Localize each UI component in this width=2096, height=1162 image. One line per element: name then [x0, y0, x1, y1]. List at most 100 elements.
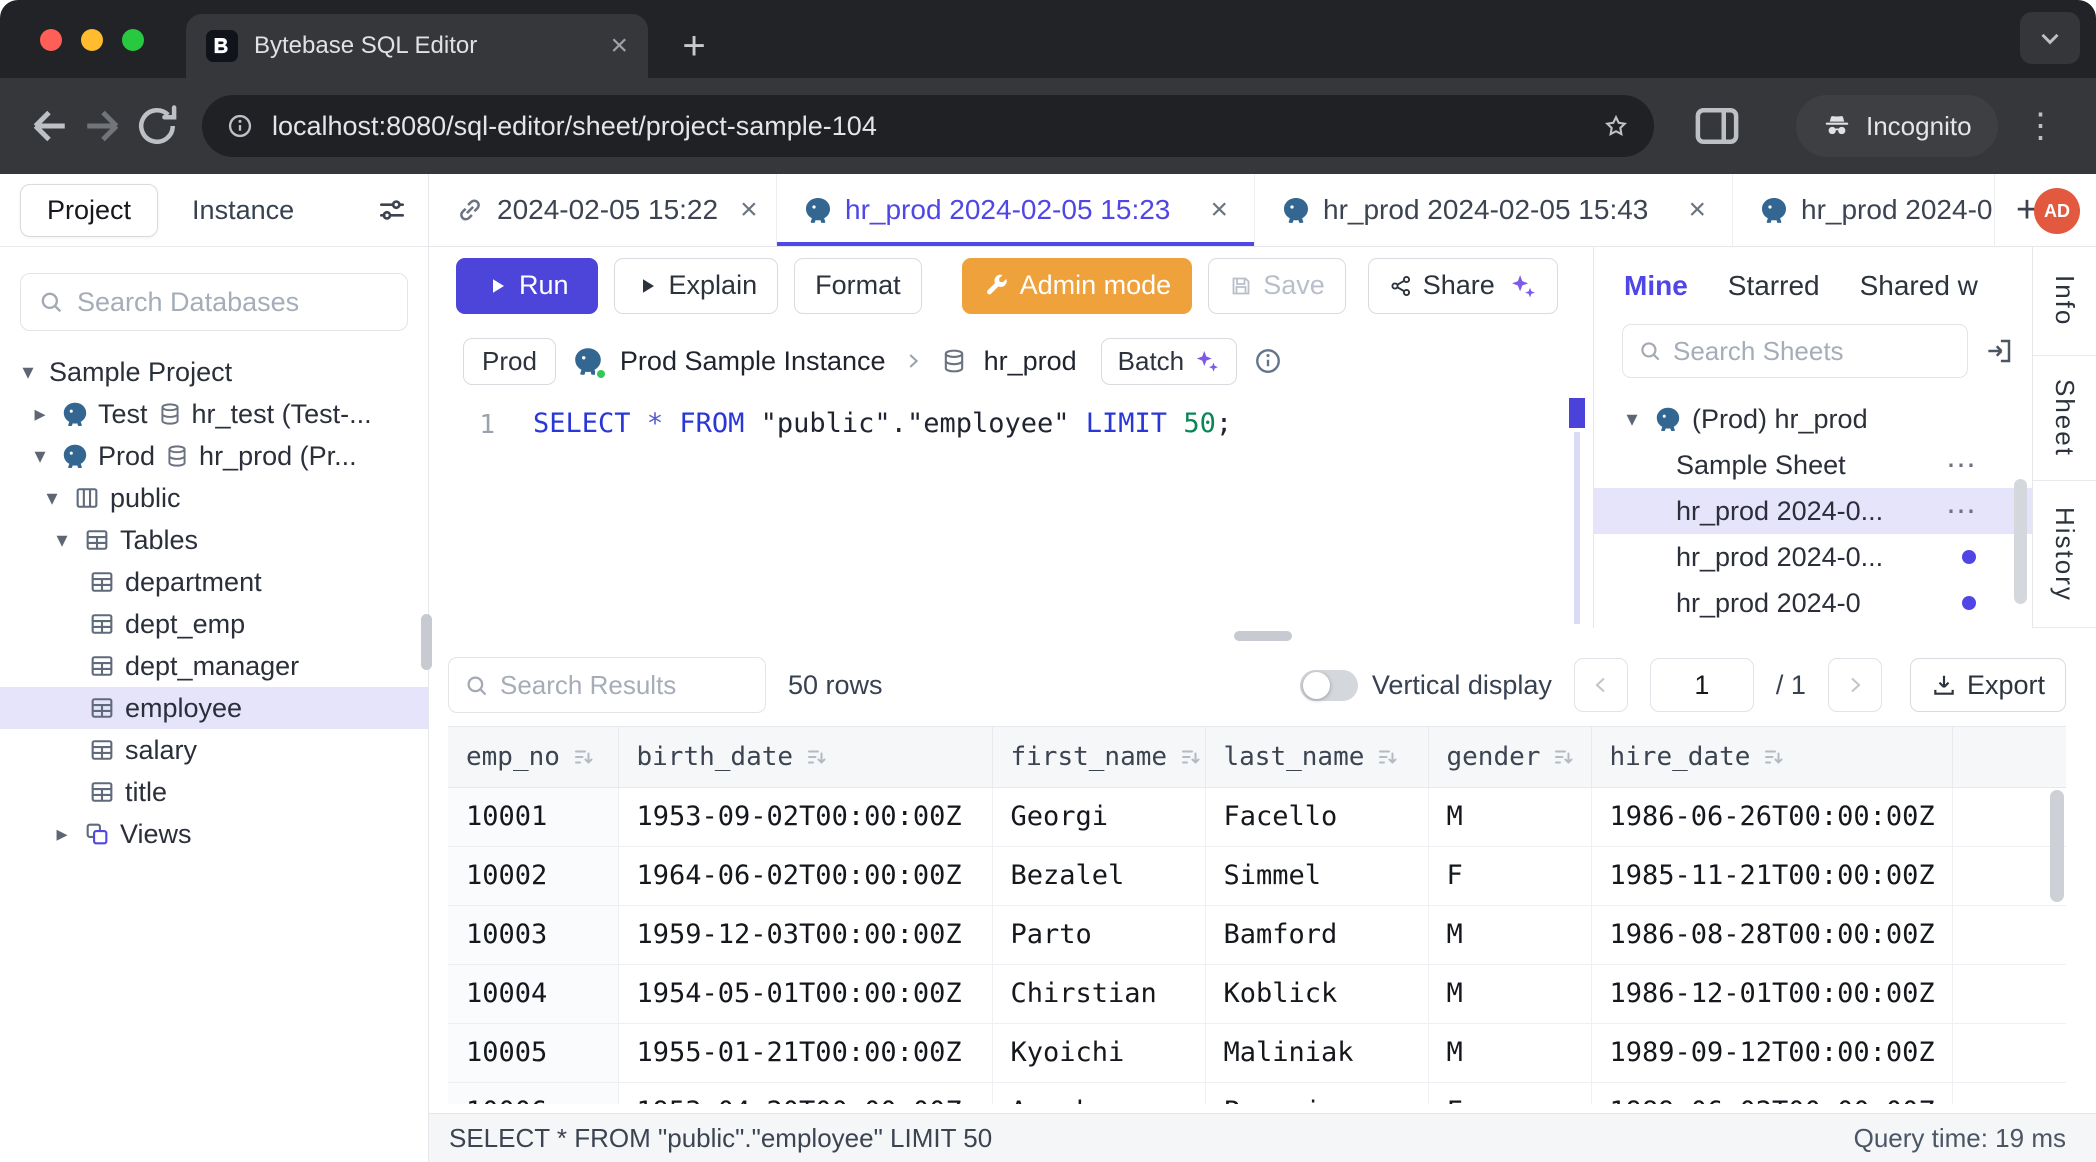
panel-scrollbar[interactable] [2014, 479, 2027, 604]
forward-icon[interactable] [76, 99, 130, 153]
database-search-input[interactable] [77, 287, 391, 318]
url-bar[interactable]: localhost:8080/sql-editor/sheet/project-… [202, 95, 1654, 157]
close-sheet-tab-icon[interactable]: × [1200, 195, 1228, 225]
tree-item-title[interactable]: title [0, 771, 428, 813]
reload-icon[interactable] [130, 99, 184, 153]
caret-down-icon[interactable]: ▾ [28, 443, 52, 469]
tree-item-views[interactable]: ▸ Views [0, 813, 428, 855]
sheet-item-menu-icon[interactable]: ⋯ [1946, 494, 1976, 529]
vertical-display-toggle[interactable] [1300, 670, 1358, 701]
tab-overview-button[interactable] [2020, 12, 2080, 64]
database-search[interactable] [20, 273, 408, 331]
format-button[interactable]: Format [794, 258, 922, 314]
caret-right-icon[interactable]: ▸ [50, 821, 74, 847]
side-panel-icon[interactable] [1690, 99, 1744, 153]
avatar[interactable]: AD [2034, 188, 2080, 234]
table-row[interactable]: 100051955-01-21T00:00:00ZKyoichiMaliniak… [448, 1023, 2066, 1082]
table-row[interactable]: 100021964-06-02T00:00:00ZBezalelSimmelF1… [448, 846, 2066, 905]
minimize-window-button[interactable] [81, 29, 103, 51]
site-info-icon[interactable] [226, 112, 254, 140]
table-row[interactable]: 100011953-09-02T00:00:00ZGeorgiFacelloM1… [448, 787, 2066, 846]
database-name[interactable]: hr_prod [984, 346, 1077, 377]
sheet-item[interactable]: hr_prod 2024-0... [1594, 534, 2032, 580]
explain-button[interactable]: Explain [614, 258, 779, 314]
prev-page-button[interactable] [1574, 658, 1628, 712]
bookmark-star-icon[interactable] [1602, 112, 1630, 140]
column-header-hire-date[interactable]: hire_date [1591, 727, 1952, 787]
instance-name[interactable]: Prod Sample Instance [620, 346, 886, 377]
sheet-tab-4[interactable]: hr_prod 2024-0 [1733, 174, 1995, 246]
run-button[interactable]: Run [456, 258, 598, 314]
tree-item-sample-project[interactable]: ▾ Sample Project [0, 351, 428, 393]
sheet-item-menu-icon[interactable]: ⋯ [1946, 448, 1976, 483]
split-resize-handle[interactable] [429, 628, 2096, 644]
table-row[interactable]: 100041954-05-01T00:00:00ZChirstianKoblic… [448, 964, 2066, 1023]
tree-item-employee[interactable]: employee [0, 687, 428, 729]
column-header-last-name[interactable]: last_name [1205, 727, 1428, 787]
next-page-button[interactable] [1828, 658, 1882, 712]
collapse-panel-icon[interactable] [1984, 336, 2014, 366]
column-header-emp-no[interactable]: emp_no [448, 727, 618, 787]
results-search-input[interactable] [500, 670, 751, 701]
sheet-search-input[interactable] [1673, 336, 1953, 367]
sheet-item[interactable]: hr_prod 2024-0 [1594, 580, 2032, 626]
environment-badge[interactable]: Prod [463, 338, 556, 385]
tree-item-tables[interactable]: ▾ Tables [0, 519, 428, 561]
sheet-item[interactable]: Sample Sheet ⋯ [1594, 442, 2032, 488]
table-scrollbar[interactable] [2050, 790, 2064, 902]
sheet-group[interactable]: ▾ (Prod) hr_prod [1594, 396, 2032, 442]
sidebar-resize-handle[interactable] [421, 614, 432, 670]
tree-item-salary[interactable]: salary [0, 729, 428, 771]
tab-instance[interactable]: Instance [192, 195, 294, 226]
tree-item-public[interactable]: ▾ public [0, 477, 428, 519]
page-input[interactable] [1650, 658, 1754, 712]
table-row[interactable]: 100031959-12-03T00:00:00ZPartoBamfordM19… [448, 905, 2066, 964]
browser-tab[interactable]: Bytebase SQL Editor × [186, 14, 648, 78]
cell-filler [1952, 1023, 2066, 1082]
sheet-tab-3[interactable]: hr_prod 2024-02-05 15:43 × [1255, 174, 1733, 246]
tab-shared[interactable]: Shared w [1860, 270, 1978, 302]
close-window-button[interactable] [40, 29, 62, 51]
back-icon[interactable] [22, 99, 76, 153]
table-row[interactable]: 100061953-04-20T00:00:00ZAnnekePreusigF1… [448, 1082, 2066, 1104]
caret-down-icon[interactable]: ▾ [40, 485, 64, 511]
rail-tab-info[interactable]: Info [2033, 247, 2096, 356]
column-header-first-name[interactable]: first_name [992, 727, 1205, 787]
tree-item-prod[interactable]: ▾ Prod hr_prod (Pr... [0, 435, 428, 477]
tab-starred[interactable]: Starred [1728, 270, 1820, 302]
caret-right-icon[interactable]: ▸ [28, 401, 52, 427]
tree-item-dept-manager[interactable]: dept_manager [0, 645, 428, 687]
caret-down-icon[interactable]: ▾ [50, 527, 74, 553]
zoom-window-button[interactable] [122, 29, 144, 51]
column-header-gender[interactable]: gender [1428, 727, 1591, 787]
browser-menu-icon[interactable]: ⋮ [2024, 106, 2058, 146]
admin-mode-button[interactable]: Admin mode [962, 258, 1193, 314]
tree-item-dept-emp[interactable]: dept_emp [0, 603, 428, 645]
rail-tab-sheet[interactable]: Sheet [2033, 356, 2096, 481]
share-button[interactable]: Share [1368, 258, 1558, 314]
filter-settings-icon[interactable] [376, 194, 408, 226]
tree-item-department[interactable]: department [0, 561, 428, 603]
close-tab-icon[interactable]: × [610, 31, 628, 61]
sheet-tab-2[interactable]: hr_prod 2024-02-05 15:23 × [777, 174, 1255, 246]
caret-down-icon[interactable]: ▾ [16, 359, 40, 385]
new-tab-button[interactable]: + [668, 20, 720, 72]
sql-editor[interactable]: 1 SELECT * FROM "public"."employee" LIMI… [429, 398, 1593, 628]
save-button[interactable]: Save [1208, 258, 1346, 314]
sheet-search[interactable] [1622, 324, 1968, 378]
tree-item-test[interactable]: ▸ Test hr_test (Test-... [0, 393, 428, 435]
results-search[interactable] [448, 657, 766, 713]
rail-tab-history[interactable]: History [2033, 481, 2096, 628]
info-icon[interactable] [1253, 346, 1283, 376]
close-sheet-tab-icon[interactable]: × [730, 195, 758, 225]
sheet-item[interactable]: hr_prod 2024-0... ⋯ [1594, 488, 2032, 534]
tab-project[interactable]: Project [20, 184, 158, 237]
close-sheet-tab-icon[interactable]: × [1678, 195, 1706, 225]
column-header-birth-date[interactable]: birth_date [618, 727, 992, 787]
editor-scrollbar[interactable] [1569, 398, 1585, 628]
tab-mine[interactable]: Mine [1624, 270, 1688, 302]
batch-button[interactable]: Batch [1101, 338, 1238, 385]
caret-down-icon[interactable]: ▾ [1620, 406, 1644, 432]
sheet-tab-1[interactable]: 2024-02-05 15:22 × [429, 174, 777, 246]
export-button[interactable]: Export [1910, 658, 2066, 712]
